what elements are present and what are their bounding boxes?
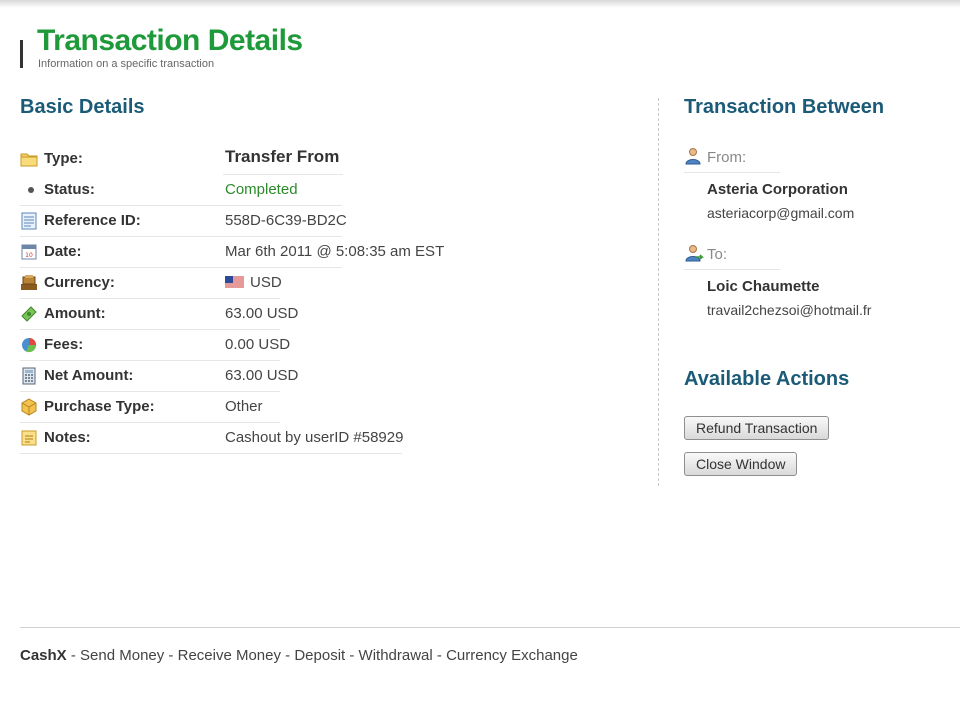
money-icon (20, 305, 38, 323)
document-icon (20, 212, 38, 230)
box-icon (20, 398, 38, 416)
fees-value: 0.00 USD (225, 336, 291, 353)
user-transfer-icon (684, 244, 704, 269)
footer-nav: CashX - Send Money - Receive Money - Dep… (20, 647, 578, 664)
status-label: Status: (44, 181, 95, 198)
notes-label: Notes: (44, 429, 91, 446)
from-label: From: (707, 149, 747, 166)
page-subtitle: Information on a specific transaction (38, 58, 215, 70)
title-accent-bar (20, 40, 23, 68)
to-name: Loic Chaumette (707, 278, 820, 295)
detail-row-purchase-type: Purchase Type: Other (20, 392, 410, 423)
detail-row-net-amount: Net Amount: 63.00 USD (20, 361, 410, 392)
footer-link-receive-money[interactable]: Receive Money (178, 647, 281, 664)
currency-code: USD (250, 274, 282, 291)
footer-separator: - (164, 647, 178, 664)
footer-link-withdrawal[interactable]: Withdrawal (359, 647, 433, 664)
calendar-icon: 10 (20, 243, 38, 261)
top-shadow (0, 0, 960, 8)
folder-icon (20, 150, 38, 168)
net-amount-label: Net Amount: (44, 367, 134, 384)
from-name: Asteria Corporation (707, 181, 848, 198)
detail-row-amount: Amount: 63.00 USD (20, 299, 410, 330)
basic-details-list: Type: Transfer From Status: Completed Re… (20, 144, 444, 454)
detail-row-currency: Currency: USD (20, 268, 410, 299)
footer-separator: - (345, 647, 359, 664)
type-label: Type: (44, 150, 83, 167)
available-actions-heading: Available Actions (684, 368, 850, 390)
reference-id-value: 558D-6C39-BD2C (225, 212, 347, 229)
footer-brand: CashX (20, 647, 67, 664)
footer-link-send-money[interactable]: Send Money (80, 647, 164, 664)
to-divider (684, 269, 780, 270)
amount-value: 63.00 USD (225, 305, 299, 322)
date-label: Date: (44, 243, 82, 260)
detail-row-fees: Fees: 0.00 USD (20, 330, 410, 361)
reference-id-label: Reference ID: (44, 212, 141, 229)
transaction-between-heading: Transaction Between (684, 96, 885, 118)
footer-separator: - (432, 647, 447, 664)
note-icon (20, 429, 38, 447)
us-flag-icon (225, 276, 244, 293)
purchase-type-label: Purchase Type: (44, 398, 155, 415)
footer-link-currency-exchange[interactable]: Currency Exchange (446, 647, 578, 664)
net-amount-value: 63.00 USD (225, 367, 299, 384)
close-window-button[interactable]: Close Window (684, 452, 798, 476)
from-email: asteriacorp@gmail.com (707, 205, 855, 221)
notes-value: Cashout by userID #58929 (225, 429, 404, 446)
svg-text:10: 10 (25, 252, 33, 259)
amount-label: Amount: (44, 305, 106, 322)
calculator-icon (20, 367, 38, 385)
page-title: Transaction Details (37, 24, 303, 57)
currency-label: Currency: (44, 274, 115, 291)
basic-details-heading: Basic Details (20, 96, 145, 118)
user-icon (684, 147, 702, 170)
bullet-icon (20, 181, 38, 199)
fees-label: Fees: (44, 336, 84, 353)
to-email: travail2chezsoi@hotmail.fr (707, 302, 872, 318)
detail-row-status: Status: Completed (20, 175, 410, 206)
footer-separator: - (66, 647, 81, 664)
pie-chart-icon (20, 336, 38, 354)
refund-transaction-button[interactable]: Refund Transaction (684, 416, 830, 440)
detail-row-reference: Reference ID: 558D-6C39-BD2C (20, 206, 410, 237)
status-value: Completed (225, 181, 298, 198)
row-divider (20, 453, 402, 454)
detail-row-date: 10 Date: Mar 6th 2011 @ 5:08:35 am EST (20, 237, 444, 268)
footer-link-deposit[interactable]: Deposit (294, 647, 345, 664)
footer-separator: - (281, 647, 295, 664)
cash-register-icon (20, 274, 38, 292)
date-value: Mar 6th 2011 @ 5:08:35 am EST (225, 243, 445, 260)
footer-divider (20, 627, 960, 628)
purchase-type-value: Other (225, 398, 263, 415)
to-label: To: (707, 246, 728, 263)
detail-row-notes: Notes: Cashout by userID #58929 (20, 423, 410, 454)
currency-value: USD (225, 274, 282, 293)
type-value: Transfer From (225, 147, 340, 166)
detail-row-type: Type: Transfer From (20, 144, 410, 175)
column-divider (658, 98, 659, 486)
from-divider (684, 172, 780, 173)
